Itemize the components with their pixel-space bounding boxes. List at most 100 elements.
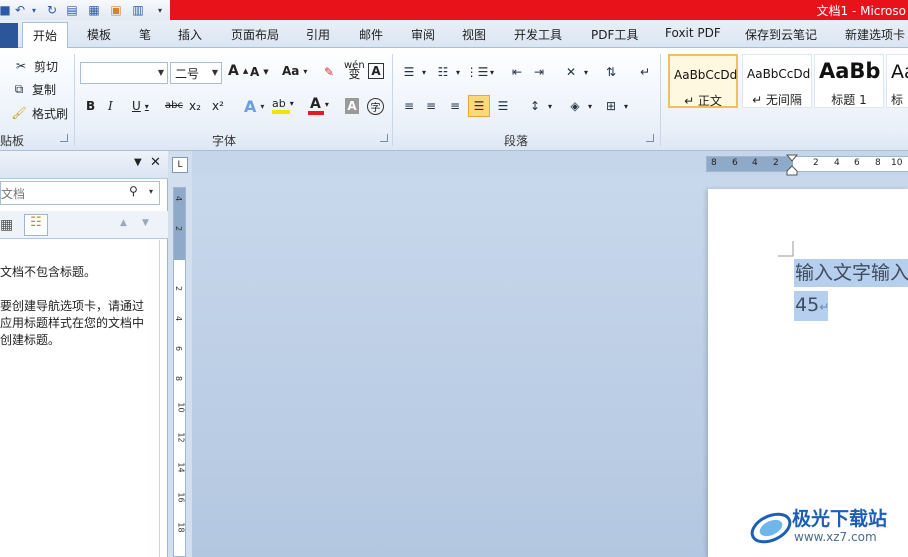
style-no-spacing[interactable]: AaBbCcDd ↵ 无间隔 [742,54,812,108]
sort-button[interactable]: ⇅ [602,63,620,81]
font-name-combobox[interactable]: ▼ [80,62,168,84]
superscript-icon: x² [212,99,224,113]
clear-format-button[interactable]: ✎ [320,63,338,81]
bold-button[interactable]: B [86,99,95,113]
chevron-down-icon[interactable]: ▾ [149,187,153,196]
underline-button[interactable]: U ▾ [132,99,149,113]
watermark-url: www.xz7.com [794,530,877,544]
line-spacing-button[interactable]: ↕ ▾ [526,97,552,115]
tab-foxit-pdf[interactable]: Foxit PDF [665,26,721,40]
tab-pdf-tools[interactable]: PDF工具 [591,26,638,43]
selected-text-line-1[interactable]: 输入文字输入 [794,259,908,287]
print-preview-icon[interactable]: ▤ [64,2,80,18]
search-icon[interactable]: ⚲ [129,184,138,198]
ruler-tick-label: 6 [732,158,738,168]
paragraph-launcher-icon[interactable] [646,134,654,142]
cut-button[interactable]: ✂ 剪切 [12,57,58,75]
align-center-icon: ≡ [425,99,437,113]
format-painter-button[interactable]: 🖌 格式刷 [10,104,68,122]
highlight-button[interactable]: ab ▾ [272,97,294,114]
shrink-font-button[interactable]: A ▼ [250,65,269,79]
distributed-button[interactable]: ☰ [494,97,512,115]
border-icon: ⊞ [605,99,617,113]
redo-icon[interactable]: ↻ [44,2,60,18]
tab-new-tab[interactable]: 新建选项卡 [845,26,905,43]
close-icon[interactable]: ✕ [150,155,161,170]
page-thumbnails-icon[interactable]: ▦ [0,217,13,233]
justify-button[interactable]: ☰ [468,95,490,117]
pane-options-icon[interactable]: ▼ [134,157,142,168]
tab-home[interactable]: 开始 [22,22,69,49]
bold-icon: B [86,99,96,113]
style-name: ↵ 无间隔 [752,93,802,107]
font-launcher-icon[interactable] [380,134,388,142]
text-effect-button[interactable]: A ▾ [244,97,264,116]
paragraph-mark: ↵ [819,300,830,314]
multilevel-list-button[interactable]: ⋮☰ ▾ [466,63,494,81]
nav-search-input[interactable]: 文档 ⚲ ▾ [0,181,160,205]
pilcrow-icon: ↵ [639,65,651,79]
ruler-tick-label: 2 [174,225,184,232]
new-icon[interactable]: ▣ [108,2,124,18]
save-icon[interactable]: ■ [0,2,11,18]
align-center-button[interactable]: ≡ [422,97,440,115]
style-heading-2[interactable]: Aa 标 [886,54,908,108]
grow-font-button[interactable]: A ▲ [228,63,248,79]
style-heading-1[interactable]: AaBb 标题 1 [814,54,884,108]
divider [392,54,393,146]
chinese-layout-button[interactable]: ✕ ▾ [562,63,588,81]
italic-button[interactable]: I [108,99,113,113]
decrease-indent-button[interactable]: ⇤ [508,63,526,81]
char-border-button[interactable]: A [368,63,384,79]
nav-view-tabs: ▦ ☷ ▲ ▼ [0,211,168,239]
indent-marker-icon[interactable] [786,154,798,176]
open-icon[interactable]: ▥ [130,2,146,18]
style-normal[interactable]: AaBbCcDd ↵ 正文 [668,54,738,108]
subscript-icon: x₂ [189,99,201,113]
enclose-char-button[interactable]: 字 [367,98,384,115]
highlighter-icon: ab [272,97,290,114]
tab-references[interactable]: 引用 [306,26,330,43]
tab-developer[interactable]: 开发工具 [514,26,562,43]
next-icon[interactable]: ▼ [142,218,149,228]
tab-insert[interactable]: 插入 [178,26,202,43]
horizontal-ruler: 8 6 4 2 2 4 6 8 10 [706,156,908,172]
tab-page-layout[interactable]: 页面布局 [231,26,279,43]
tab-view[interactable]: 视图 [462,26,486,43]
clipboard-launcher-icon[interactable] [60,134,68,142]
phonetic-guide-button[interactable]: wén 变 [344,61,365,81]
spell-icon[interactable]: ▦ [86,2,102,18]
tab-save-to-cloud-note[interactable]: 保存到云笔记 [745,26,817,43]
tab-selector[interactable]: L [172,157,188,173]
bullets-button[interactable]: ☰ ▾ [400,63,426,81]
increase-indent-button[interactable]: ⇥ [530,63,548,81]
tab-pen[interactable]: 笔 [139,26,151,43]
change-case-button[interactable]: Aa ▾ [282,64,307,78]
text-effect-icon: A [244,97,257,116]
align-left-button[interactable]: ≡ [400,97,418,115]
show-marks-button[interactable]: ↵ [636,63,654,81]
tab-review[interactable]: 审阅 [411,26,435,43]
strikethrough-button[interactable]: abc [165,100,183,111]
shrink-font-icon: A [250,65,260,79]
previous-icon[interactable]: ▲ [120,218,127,228]
char-shading-button[interactable]: A [345,98,359,114]
font-size-combobox[interactable]: 二号 ▼ [170,62,222,84]
borders-button[interactable]: ⊞ ▾ [602,97,628,115]
numbering-button[interactable]: ☷ ▾ [434,63,460,81]
ribbon-tabs: 开始 模板 笔 插入 页面布局 引用 邮件 审阅 视图 开发工具 PDF工具 F… [0,20,908,49]
chevron-down-icon[interactable]: ▾ [30,2,38,18]
results-tab-icon[interactable]: ☷ [24,214,48,236]
undo-icon[interactable]: ↶ [12,2,28,18]
align-right-button[interactable]: ≡ [446,97,464,115]
superscript-button[interactable]: x² [212,99,224,113]
more-icon[interactable]: ▾ [155,2,165,18]
subscript-button[interactable]: x₂ [189,99,201,113]
shading-button[interactable]: ◈ ▾ [566,97,592,115]
selected-text-line-2[interactable]: 45↵ [794,291,830,321]
font-color-button[interactable]: A ▾ [308,96,329,115]
tab-templates[interactable]: 模板 [87,26,111,43]
tab-mailings[interactable]: 邮件 [359,26,383,43]
copy-button[interactable]: ⧉ 复制 [10,80,56,98]
file-tab[interactable] [0,23,18,48]
